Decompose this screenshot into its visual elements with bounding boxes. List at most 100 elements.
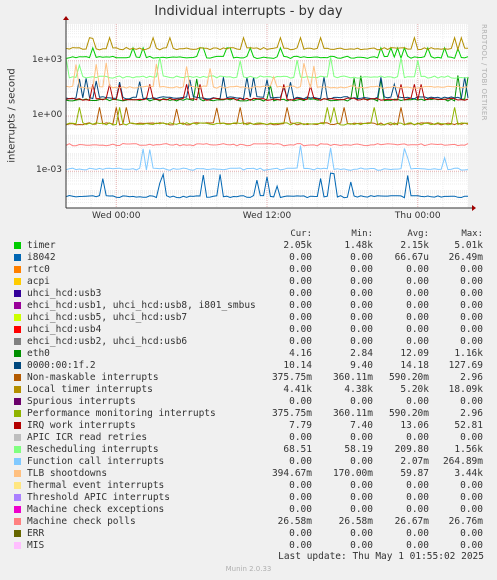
legend-min-value: 170.00m	[332, 468, 373, 479]
plot-area	[63, 16, 476, 211]
legend-max-value: 3.44k	[454, 468, 483, 479]
legend-min-value: 360.11m	[332, 372, 373, 383]
y-tick-label: 1e+03	[32, 54, 63, 65]
legend-max-value: 0.00	[460, 324, 483, 335]
legend-min-value: 0.00	[350, 492, 373, 503]
legend-cur-value: 0.00	[289, 252, 312, 263]
legend-cur-value: 10.14	[283, 360, 312, 371]
legend-max-value: 264.89m	[442, 456, 483, 467]
legend-avg-value: 66.67u	[394, 252, 429, 263]
legend-cur-value: 0.00	[289, 312, 312, 323]
legend-max-value: 0.00	[460, 312, 483, 323]
legend-swatch	[14, 458, 21, 465]
legend-row: uhci_hcd:usb5, uhci_hcd:usb7 0.00 0.00 0.00…	[0, 312, 497, 324]
legend-swatch	[14, 398, 21, 405]
legend-series-name: Rescheduling interrupts	[27, 444, 159, 455]
legend-min-value: 0.00	[350, 432, 373, 443]
legend-cur-value: 0.00	[289, 324, 312, 335]
legend-cur-value: 0.00	[289, 300, 312, 311]
x-tick-label: Wed 12:00	[242, 211, 292, 221]
legend-avg-value: 0.00	[406, 336, 429, 347]
legend-cur-value: 0.00	[289, 480, 312, 491]
legend-swatch	[14, 266, 21, 273]
legend-swatch	[14, 314, 21, 321]
legend-swatch	[14, 410, 21, 417]
legend-row: Machine check exceptions 0.00 0.00 0.00 0.00	[0, 504, 497, 516]
munin-version: Munin 2.0.33	[225, 565, 272, 573]
legend-min-value: 26.58m	[338, 516, 373, 527]
legend-max-value: 5.01k	[454, 240, 483, 251]
legend-swatch	[14, 278, 21, 285]
legend-min-value: 9.40	[350, 360, 373, 371]
legend-max-value: 52.81	[454, 420, 483, 431]
legend-min-value: 0.00	[350, 264, 373, 275]
y-tick-label: 1e-03	[36, 165, 62, 176]
legend-max-value: 0.00	[460, 528, 483, 539]
legend-min-value: 0.00	[350, 528, 373, 539]
legend-series-name: ERR	[27, 528, 45, 539]
legend-cur-value: 0.00	[289, 276, 312, 287]
legend-swatch	[14, 290, 21, 297]
legend-row: Threshold APIC interrupts 0.00 0.00 0.00 0.0…	[0, 492, 497, 504]
legend-min-value: 58.19	[344, 444, 373, 455]
legend-avg-value: 0.00	[406, 492, 429, 503]
legend-series-name: uhci_hcd:usb3	[27, 288, 102, 299]
legend-series-name: ehci_hcd:usb2, uhci_hcd:usb6	[27, 336, 188, 347]
legend-series-name: eth0	[27, 348, 50, 359]
legend-max-value: 1.16k	[454, 348, 483, 359]
legend-avg-value: 0.00	[406, 396, 429, 407]
legend-row: Thermal event interrupts 0.00 0.00 0.00 0.00	[0, 480, 497, 492]
legend-cur-value: 0.00	[289, 528, 312, 539]
legend-min-value: 360.11m	[332, 408, 373, 419]
legend-min-value: 0.00	[350, 324, 373, 335]
legend-max-value: 26.49m	[448, 252, 483, 263]
legend-row: ehci_hcd:usb2, uhci_hcd:usb6 0.00 0.00 0.00…	[0, 336, 497, 348]
legend-swatch	[14, 242, 21, 249]
y-tick-label: 1e+00	[32, 110, 63, 120]
legend-swatch	[14, 530, 21, 537]
legend-max-value: 1.56k	[454, 444, 483, 455]
legend-max-value: 2.96	[460, 408, 483, 419]
legend-cur-value: 394.67m	[271, 468, 312, 479]
legend-max-value: 0.00	[460, 396, 483, 407]
legend-row: Function call interrupts 0.00 0.00 2.07m 264…	[0, 456, 497, 468]
legend-series-name: uhci_hcd:usb4	[27, 324, 102, 335]
legend-avg-value: 59.87	[400, 468, 429, 479]
legend-max-value: 0.00	[460, 492, 483, 503]
legend-avg-value: 0.00	[406, 504, 429, 515]
legend-row: Rescheduling interrupts 68.51 58.19 209.80 1…	[0, 444, 497, 456]
legend: timer 2.05k 1.48k 2.15k 5.01k i8042 0.00 0.00 66…	[0, 240, 497, 552]
legend-row: Non-maskable interrupts 375.75m 360.11m 590…	[0, 372, 497, 384]
legend-row: ERR 0.00 0.00 0.00 0.00	[0, 528, 497, 540]
legend-max-value: 26.76m	[448, 516, 483, 527]
legend-col-min: Min:	[351, 229, 373, 239]
legend-avg-value: 0.00	[406, 480, 429, 491]
legend-avg-value: 14.18	[400, 360, 429, 371]
legend-cur-value: 4.41k	[283, 384, 312, 395]
legend-row: TLB shootdowns 394.67m 170.00m 59.87 3.44k	[0, 468, 497, 480]
legend-cur-value: 2.05k	[283, 240, 312, 251]
legend-swatch	[14, 338, 21, 345]
legend-max-value: 0.00	[460, 432, 483, 443]
legend-swatch	[14, 350, 21, 357]
legend-max-value: 127.69	[448, 360, 483, 371]
legend-series-name: Spurious interrupts	[27, 396, 136, 407]
legend-cur-value: 0.00	[289, 336, 312, 347]
legend-avg-value: 2.07m	[400, 456, 429, 467]
legend-series-name: uhci_hcd:usb5, uhci_hcd:usb7	[27, 312, 188, 323]
legend-avg-value: 2.15k	[400, 240, 429, 251]
legend-col-avg: Avg:	[407, 229, 429, 239]
legend-swatch	[14, 254, 21, 261]
legend-avg-value: 5.20k	[400, 384, 429, 395]
legend-max-value: 0.00	[460, 264, 483, 275]
legend-swatch	[14, 470, 21, 477]
legend-row: Spurious interrupts 0.00 0.00 0.00 0.00	[0, 396, 497, 408]
legend-series-name: TLB shootdowns	[27, 468, 108, 479]
x-tick-label: Wed 00:00	[92, 211, 141, 221]
legend-cur-value: 0.00	[289, 456, 312, 467]
y-axis-arrow	[63, 16, 69, 20]
legend-avg-value: 13.06	[400, 420, 429, 431]
legend-min-value: 0.00	[350, 288, 373, 299]
legend-row: 0000:00:1f.2 10.14 9.40 14.18 127.69	[0, 360, 497, 372]
legend-max-value: 0.00	[460, 276, 483, 287]
